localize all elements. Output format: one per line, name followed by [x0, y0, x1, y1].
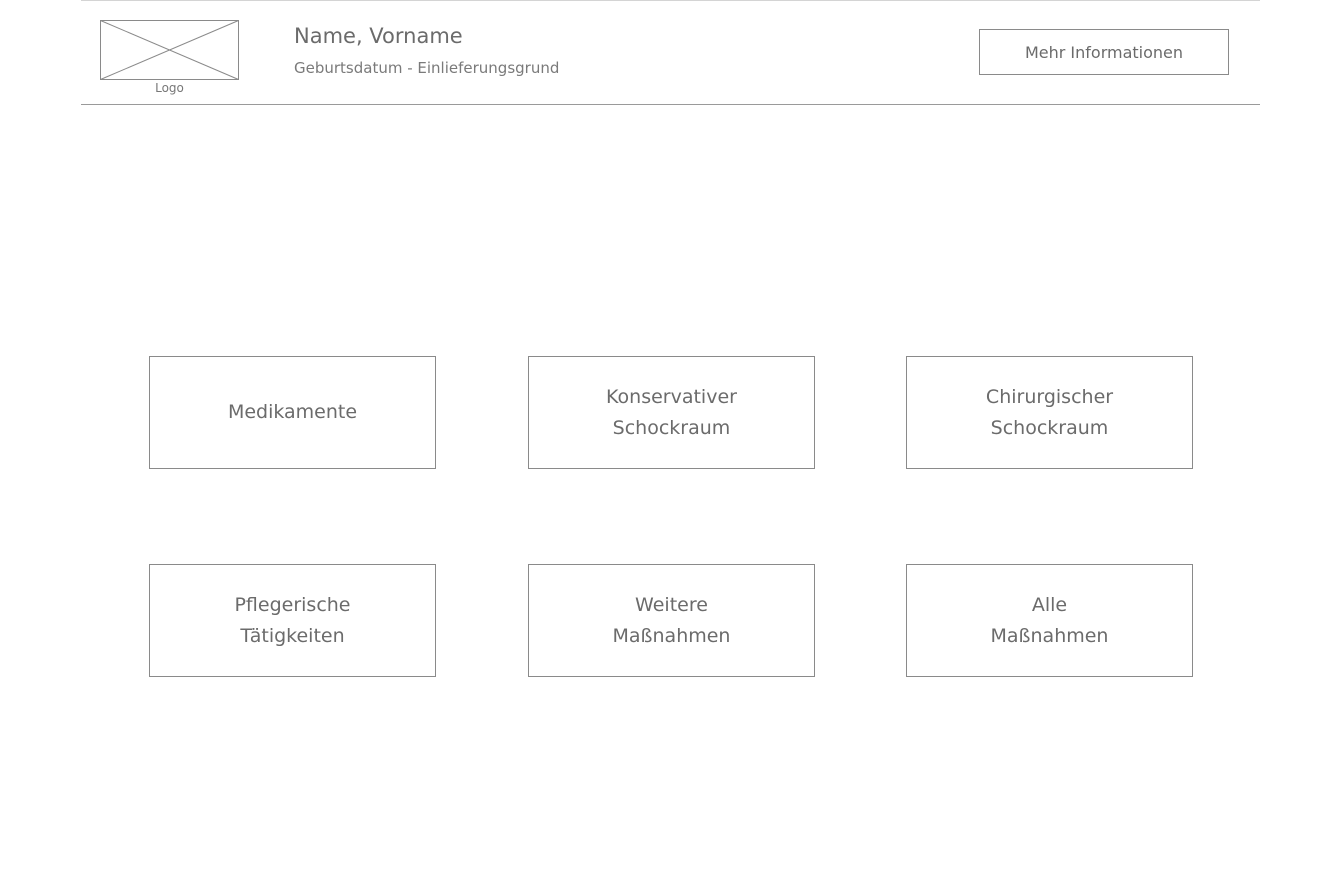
tile-label: Medikamente [227, 401, 358, 423]
logo-label: Logo [155, 81, 184, 95]
tile-medikamente[interactable]: Medikamente [149, 356, 436, 469]
tile-pflegerische-taetigkeiten[interactable]: Pflegerische Tätigkeiten [149, 564, 436, 677]
logo-placeholder-icon [100, 20, 239, 80]
tile-label: Pflegerische Tätigkeiten [234, 593, 351, 647]
more-info-label: Mehr Informationen [1024, 42, 1184, 62]
page-header: Logo Name, Vorname Geburtsdatum - Einlie… [81, 0, 1260, 105]
tile-konservativer-schockraum[interactable]: Konservativer Schockraum [528, 356, 815, 469]
tile-chirurgischer-schockraum[interactable]: Chirurgischer Schockraum [906, 356, 1193, 469]
tile-label: Konservativer Schockraum [606, 385, 737, 439]
tile-label: Chirurgischer Schockraum [985, 385, 1114, 439]
tile-label: Alle Maßnahmen [990, 593, 1109, 647]
tile-alle-massnahmen[interactable]: Alle Maßnahmen [906, 564, 1193, 677]
tile-weitere-massnahmen[interactable]: Weitere Maßnahmen [528, 564, 815, 677]
tile-label: Weitere Maßnahmen [612, 593, 731, 647]
more-info-button[interactable]: Mehr Informationen [979, 29, 1229, 75]
patient-subtitle: Geburtsdatum - Einlieferungsgrund [294, 59, 560, 77]
patient-name: Name, Vorname [294, 24, 463, 48]
